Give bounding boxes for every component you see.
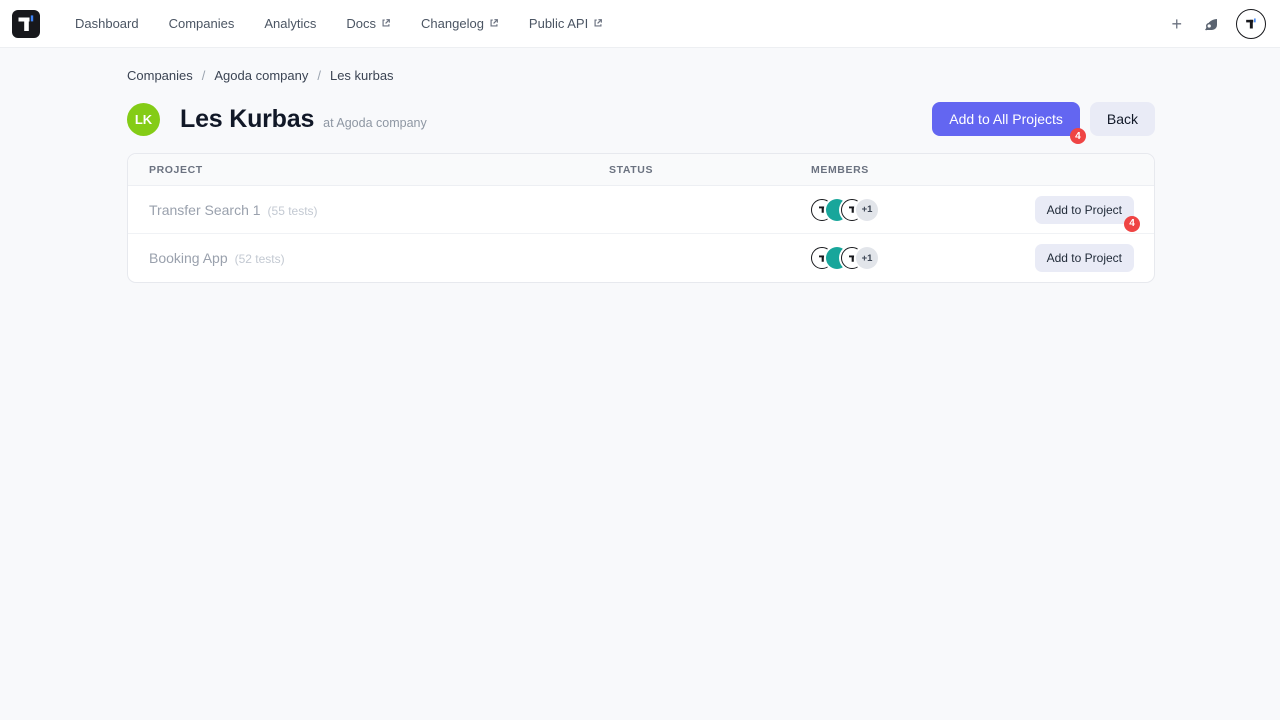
nav-item-docs[interactable]: Docs [335,8,402,39]
project-tests-count: (55 tests) [268,204,318,218]
top-navigation: Dashboard Companies Analytics Docs Chang… [0,0,1280,48]
add-to-all-projects-label: Add to All Projects [949,111,1063,127]
add-to-project-button[interactable]: Add to Project 4 [1035,196,1134,224]
project-link[interactable]: Booking App (52 tests) [128,250,609,266]
projects-table: Project Status Members Transfer Search 1… [127,153,1155,283]
page-content: Companies / Agoda company / Les kurbas L… [0,48,1280,283]
breadcrumb-les-kurbas[interactable]: Les kurbas [330,68,394,83]
column-header-members: Members [811,164,1154,176]
back-button[interactable]: Back [1090,102,1155,136]
nav-item-label: Dashboard [75,16,139,31]
nav-item-dashboard[interactable]: Dashboard [64,8,150,39]
add-to-project-label: Add to Project [1047,251,1122,265]
main-nav: Dashboard Companies Analytics Docs Chang… [64,8,614,39]
nav-item-analytics[interactable]: Analytics [253,8,327,39]
nav-item-companies[interactable]: Companies [158,8,246,39]
nav-item-public-api[interactable]: Public API [518,8,614,39]
add-new-button[interactable]: + [1167,13,1186,35]
notification-badge: 4 [1070,128,1086,144]
add-to-project-button[interactable]: Add to Project [1035,244,1134,272]
members-cell: +1 [811,247,1035,269]
app-logo-icon[interactable] [12,10,40,38]
notification-badge: 4 [1124,216,1140,232]
nav-item-label: Changelog [421,16,484,31]
breadcrumb-companies[interactable]: Companies [127,68,193,83]
add-to-all-projects-button[interactable]: Add to All Projects 4 [932,102,1080,136]
column-header-status: Status [609,164,811,176]
members-overflow-count[interactable]: +1 [856,247,878,269]
search-icon[interactable] [1202,15,1220,33]
external-link-icon [593,16,603,31]
nav-item-label: Companies [169,16,235,31]
breadcrumb: Companies / Agoda company / Les kurbas [127,68,1155,83]
breadcrumb-separator: / [202,68,206,83]
breadcrumb-agoda-company[interactable]: Agoda company [214,68,308,83]
nav-item-changelog[interactable]: Changelog [410,8,510,39]
column-header-project: Project [128,164,609,176]
nav-item-label: Docs [346,16,376,31]
table-header-row: Project Status Members [128,154,1154,186]
page-subtitle: at Agoda company [323,116,427,130]
external-link-icon [489,16,499,31]
external-link-icon [381,16,391,31]
table-row: Transfer Search 1 (55 tests) [128,186,1154,234]
page-header: LK Les Kurbas at Agoda company Add to Al… [127,102,1155,136]
project-name: Transfer Search 1 [149,202,261,218]
project-tests-count: (52 tests) [235,252,285,266]
table-row: Booking App (52 tests) [128,234,1154,282]
add-to-project-label: Add to Project [1047,203,1122,217]
nav-item-label: Analytics [264,16,316,31]
members-cell: +1 [811,199,1035,221]
user-avatar[interactable] [1236,9,1266,39]
members-overflow-count[interactable]: +1 [856,199,878,221]
page-title: Les Kurbas [180,105,314,134]
project-link[interactable]: Transfer Search 1 (55 tests) [128,202,609,218]
person-avatar: LK [127,103,160,136]
nav-right-controls: + [1167,9,1266,39]
nav-item-label: Public API [529,16,588,31]
breadcrumb-separator: / [317,68,321,83]
project-name: Booking App [149,250,228,266]
